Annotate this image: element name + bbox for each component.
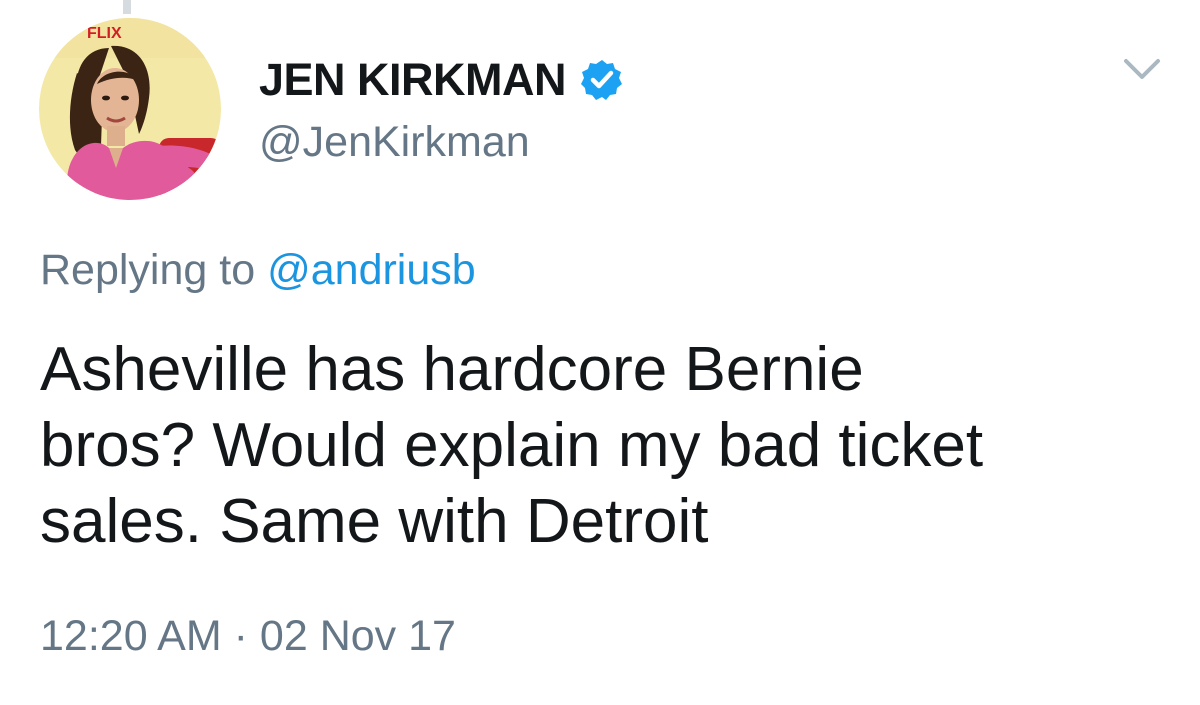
avatar[interactable]: FLIX: [39, 18, 221, 200]
author-handle[interactable]: @JenKirkman: [259, 118, 530, 167]
tweet-time: 12:20 AM: [40, 612, 222, 660]
verified-badge-icon: [580, 58, 624, 102]
tweet-timestamp[interactable]: 12:20 AM · 02 Nov 17: [40, 612, 456, 661]
tweet-date: 02 Nov 17: [259, 612, 456, 660]
replying-to-label: Replying to: [40, 246, 256, 294]
tweet-text-line: sales. Same with Detroit: [40, 487, 709, 556]
thread-connector-line: [123, 0, 131, 14]
reply-mention-link[interactable]: @andriusb: [267, 246, 476, 294]
tweet-text-line: bros? Would explain my bad ticket: [40, 411, 984, 480]
timestamp-separator: ·: [233, 612, 248, 660]
chevron-down-icon[interactable]: [1122, 55, 1162, 85]
author-name-row[interactable]: JEN KIRKMAN: [259, 52, 624, 108]
author-display-name[interactable]: JEN KIRKMAN: [259, 54, 567, 106]
avatar-banner-text: FLIX: [87, 25, 122, 42]
tweet: FLIX JEN KIRKMAN @JenKirkman Replying to…: [0, 0, 1200, 705]
replying-to-line: Replying to @andriusb: [40, 246, 476, 295]
tweet-text-line: Asheville has hardcore Bernie: [40, 335, 864, 404]
tweet-text: Asheville has hardcore Bernie bros? Woul…: [40, 332, 1180, 560]
